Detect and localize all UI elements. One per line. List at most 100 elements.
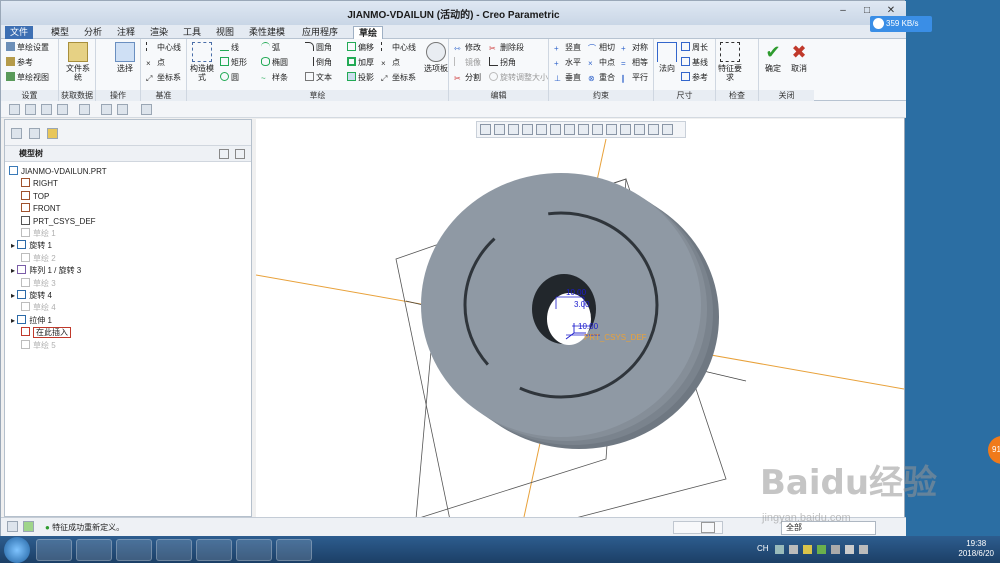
select-button[interactable]: 选择 bbox=[114, 42, 136, 73]
tree-item[interactable]: JIANMO-VDAILUN.PRT bbox=[5, 166, 251, 178]
taskbar-app-creo-icon[interactable] bbox=[236, 539, 272, 561]
save-icon[interactable] bbox=[41, 104, 52, 115]
datum-point-button[interactable]: × 点 bbox=[146, 57, 165, 69]
circle-button[interactable]: 圆 bbox=[220, 72, 239, 84]
spline-button[interactable]: ~ 样条 bbox=[261, 72, 288, 84]
tree-item[interactable]: ▸ 阵列 1 / 旋转 3 bbox=[5, 265, 251, 277]
equal-constraint-button[interactable]: = 相等 bbox=[621, 57, 648, 69]
text-button[interactable]: 文本 bbox=[305, 72, 332, 84]
tree-show-icon[interactable] bbox=[235, 149, 245, 159]
cancel-button[interactable]: ✖ 取消 bbox=[787, 42, 811, 73]
redo-icon[interactable] bbox=[79, 104, 90, 115]
corner-button[interactable]: 拐角 bbox=[489, 57, 516, 69]
tree-item[interactable]: ▸ 旋转 4 bbox=[5, 290, 251, 302]
tray-icon[interactable] bbox=[803, 545, 812, 554]
minimize-button[interactable]: – bbox=[832, 3, 854, 19]
delete-segment-button[interactable]: ✂ 删除段 bbox=[489, 42, 524, 54]
fillet-button[interactable]: 圆角 bbox=[305, 42, 332, 54]
sketch-centerline-button[interactable]: 中心线 bbox=[381, 42, 416, 54]
sketch-setup-button[interactable]: 草绘设置 bbox=[6, 42, 49, 54]
tree-item[interactable]: 草绘 1 bbox=[5, 228, 251, 240]
tab-view[interactable]: 视图 bbox=[211, 26, 239, 39]
baseline-button[interactable]: 基线 bbox=[681, 57, 708, 69]
dimension-label[interactable]: 10.00 bbox=[578, 322, 599, 331]
tab-tools[interactable]: 工具 bbox=[178, 26, 206, 39]
tray-icon[interactable] bbox=[789, 545, 798, 554]
tray-icon[interactable] bbox=[831, 545, 840, 554]
arc-button[interactable]: 弧 bbox=[261, 42, 280, 54]
regenerate-icon[interactable] bbox=[101, 104, 112, 115]
tree-item[interactable]: ▸ 拉伸 1 bbox=[5, 314, 251, 327]
symmetric-constraint-button[interactable]: + 对称 bbox=[621, 42, 648, 54]
midpoint-constraint-button[interactable]: × 中点 bbox=[588, 57, 615, 69]
tree-item[interactable]: 草绘 3 bbox=[5, 277, 251, 290]
perimeter-button[interactable]: 周长 bbox=[681, 42, 708, 54]
tree-settings-icon[interactable] bbox=[219, 149, 229, 159]
tree-item[interactable]: 草绘 5 bbox=[5, 339, 251, 352]
tab-applications[interactable]: 应用程序 bbox=[297, 26, 343, 39]
new-icon[interactable] bbox=[9, 104, 20, 115]
tab-annotate[interactable]: 注释 bbox=[112, 26, 140, 39]
tab-flexible-modeling[interactable]: 柔性建模 bbox=[244, 26, 290, 39]
taskbar-app-browser-icon[interactable] bbox=[36, 539, 72, 561]
rectangle-button[interactable]: 矩形 bbox=[220, 57, 247, 69]
reference-dimension-button[interactable]: 参考 bbox=[681, 72, 708, 84]
sketch-csys-button[interactable]: ⤢ 坐标系 bbox=[381, 72, 416, 84]
folder-browser-tab-icon[interactable] bbox=[29, 128, 40, 139]
offset-button[interactable]: 偏移 bbox=[347, 42, 374, 54]
chamfer-button[interactable]: 倒角 bbox=[305, 57, 332, 69]
sketch-view-button[interactable]: 草绘视图 bbox=[6, 72, 49, 84]
tree-item[interactable]: RIGHT bbox=[5, 178, 251, 190]
tab-render[interactable]: 渲染 bbox=[145, 26, 173, 39]
sketch-point-button[interactable]: × 点 bbox=[381, 57, 400, 69]
tray-icon[interactable] bbox=[817, 545, 826, 554]
datum-csys-button[interactable]: ⤢ 坐标系 bbox=[146, 72, 181, 84]
windows-icon[interactable] bbox=[117, 104, 128, 115]
normal-dimension-button[interactable]: 法向 bbox=[656, 42, 678, 73]
tree-item[interactable]: ▸ 旋转 1 bbox=[5, 240, 251, 252]
favorites-tab-icon[interactable] bbox=[47, 128, 58, 139]
palette-button[interactable]: 选项板 bbox=[424, 42, 448, 73]
toggle-navigator-icon[interactable] bbox=[7, 521, 18, 532]
modify-button[interactable]: ⇿ 修改 bbox=[454, 42, 481, 54]
tray-icon[interactable] bbox=[775, 545, 784, 554]
perpendicular-constraint-button[interactable]: ⊥ 垂直 bbox=[554, 72, 581, 84]
ok-button[interactable]: ✔ 确定 bbox=[761, 42, 785, 73]
system-clock[interactable]: 19:38 2018/6/20 bbox=[958, 539, 994, 559]
taskbar-app-cloud-icon[interactable] bbox=[156, 539, 192, 561]
divide-button[interactable]: ✂ 分割 bbox=[454, 72, 481, 84]
tab-sketch[interactable]: 草绘 bbox=[353, 26, 384, 39]
close-file-icon[interactable] bbox=[141, 104, 152, 115]
tree-item[interactable]: TOP bbox=[5, 190, 251, 203]
ellipse-button[interactable]: 椭圆 bbox=[261, 57, 288, 69]
thicken-button[interactable]: 加厚 bbox=[347, 57, 374, 69]
coincident-constraint-button[interactable]: ⊗ 重合 bbox=[588, 72, 615, 84]
tree-item[interactable]: FRONT bbox=[5, 203, 251, 215]
feature-requirements-button[interactable]: 特征要求 bbox=[718, 42, 742, 82]
dimension-label[interactable]: 10.00 bbox=[566, 288, 587, 297]
vertical-constraint-button[interactable]: + 竖直 bbox=[554, 42, 581, 54]
side-badge[interactable]: 91 bbox=[988, 436, 1000, 464]
undo-icon[interactable] bbox=[57, 104, 68, 115]
smart-select-icon[interactable] bbox=[701, 522, 715, 533]
ime-indicator[interactable]: CH bbox=[757, 544, 769, 553]
tree-item[interactable]: PRT_CSYS_DEF bbox=[5, 215, 251, 228]
tangent-constraint-button[interactable]: ⌒ 相切 bbox=[588, 42, 615, 54]
construction-mode-button[interactable]: 构造模式 bbox=[189, 42, 215, 82]
taskbar-app-explorer-icon[interactable] bbox=[76, 539, 112, 561]
start-button[interactable] bbox=[4, 537, 30, 563]
parallel-constraint-button[interactable]: ∥ 平行 bbox=[621, 72, 648, 84]
volume-icon[interactable] bbox=[845, 545, 854, 554]
taskbar-app-player-icon[interactable] bbox=[116, 539, 152, 561]
model-tree-tab-icon[interactable] bbox=[11, 128, 22, 139]
taskbar-app-360-icon[interactable] bbox=[196, 539, 232, 561]
dimension-label[interactable]: 3.00 bbox=[574, 300, 590, 309]
tab-file[interactable]: 文件 bbox=[5, 26, 34, 39]
open-icon[interactable] bbox=[25, 104, 36, 115]
toggle-browser-icon[interactable] bbox=[23, 521, 34, 532]
line-button[interactable]: 线 bbox=[220, 42, 239, 54]
tree-item[interactable]: 草绘 4 bbox=[5, 302, 251, 314]
network-icon[interactable] bbox=[859, 545, 868, 554]
taskbar-app-paint-icon[interactable] bbox=[276, 539, 312, 561]
references-button[interactable]: 参考 bbox=[6, 57, 33, 69]
